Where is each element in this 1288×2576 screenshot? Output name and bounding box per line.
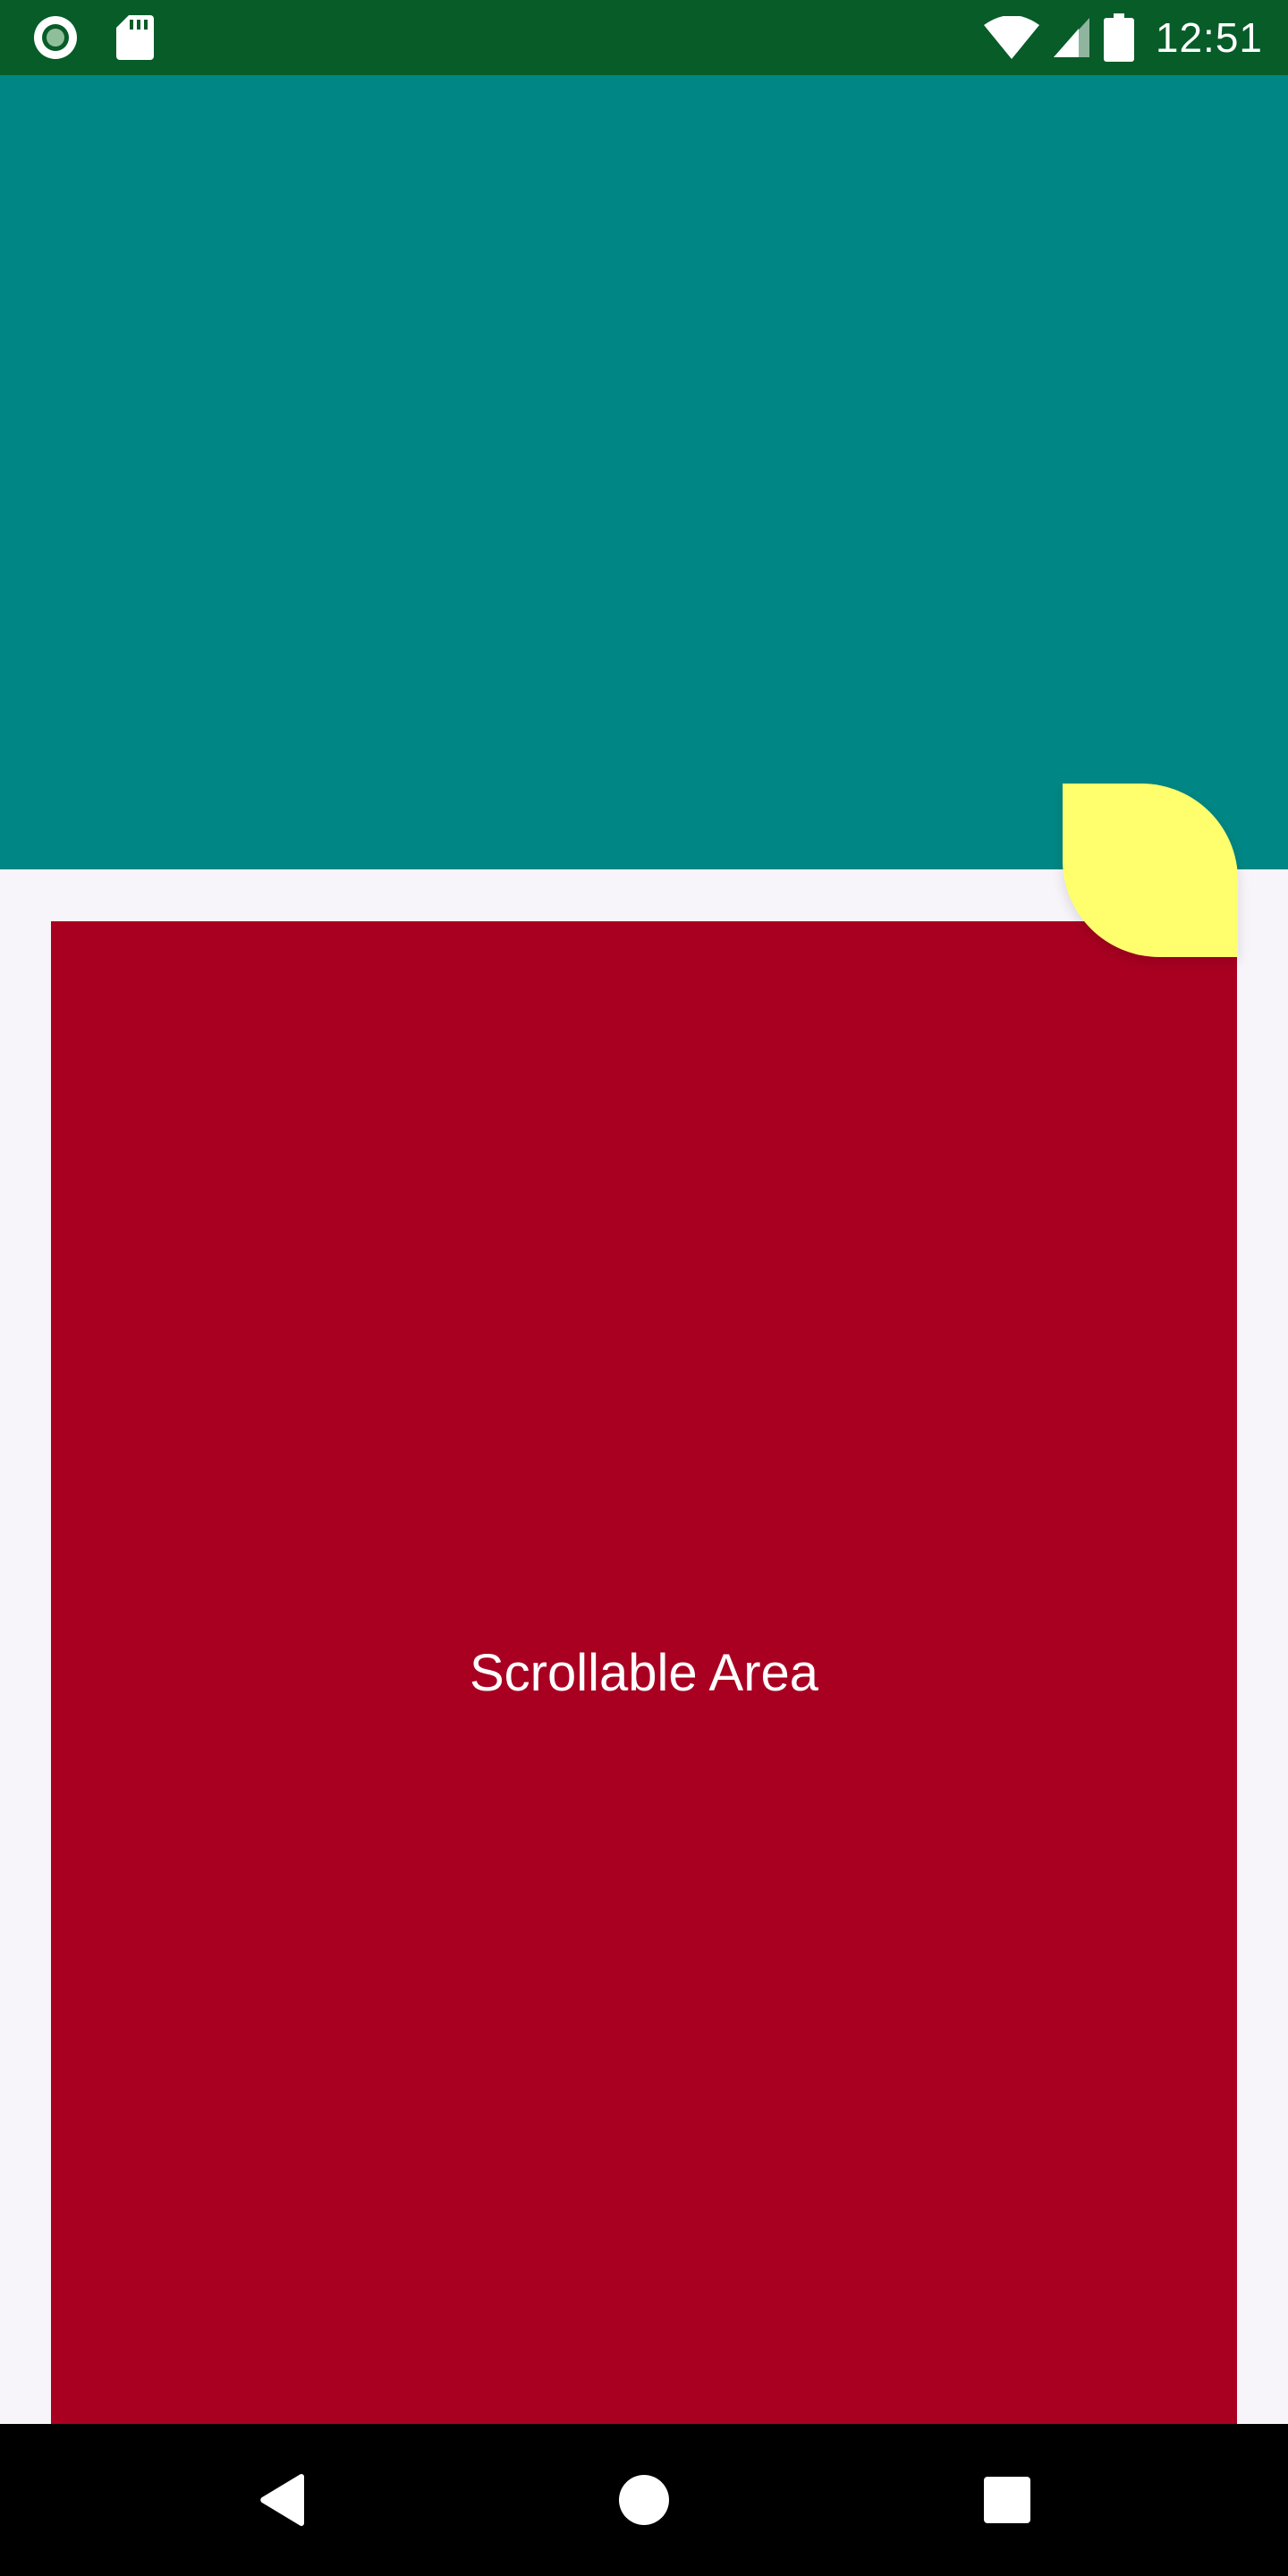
- app-screen: 12:51 Scrollable Area: [0, 0, 1288, 2576]
- circle-notification-icon: [34, 16, 77, 59]
- nav-home-button[interactable]: [572, 2424, 716, 2576]
- cell-signal-icon: [1053, 18, 1089, 57]
- wifi-icon: [983, 16, 1039, 59]
- status-bar-right: 12:51: [983, 0, 1263, 75]
- sd-card-icon: [116, 15, 154, 60]
- header-panel: [0, 75, 1288, 869]
- home-icon: [619, 2475, 669, 2525]
- recents-icon: [984, 2477, 1030, 2523]
- nav-back-button[interactable]: [211, 2424, 354, 2576]
- battery-icon: [1103, 13, 1134, 62]
- back-icon: [260, 2473, 304, 2527]
- scrollable-area-label: Scrollable Area: [469, 1643, 819, 1702]
- nav-recents-button[interactable]: [936, 2424, 1079, 2576]
- scrollable-area[interactable]: Scrollable Area: [51, 921, 1237, 2424]
- status-bar: 12:51: [0, 0, 1288, 75]
- navigation-bar: [0, 2424, 1288, 2576]
- status-bar-left: [32, 0, 154, 75]
- status-bar-clock: 12:51: [1155, 14, 1263, 61]
